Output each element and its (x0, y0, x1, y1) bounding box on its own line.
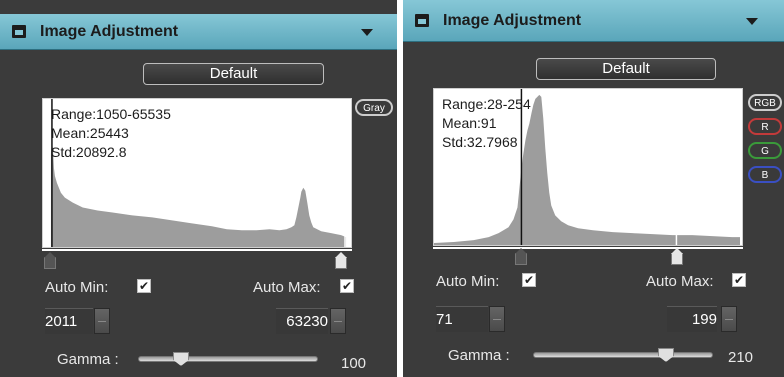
gray-channel-button[interactable]: Gray (355, 99, 393, 116)
max-value-field[interactable]: 63230 (276, 308, 328, 334)
gamma-label: Gamma : (448, 347, 510, 364)
panel-title: Image Adjustment (443, 12, 582, 29)
auto-min-label: Auto Min: (45, 279, 109, 296)
image-icon (415, 14, 429, 27)
histogram-baseline (433, 247, 743, 249)
auto-min-label: Auto Min: (436, 273, 500, 290)
max-value: 63230 (286, 313, 328, 330)
max-value: 199 (691, 311, 717, 328)
image-adjustment-panel-gray: Image Adjustment Default Range:1050-6553… (0, 0, 397, 377)
min-value-field[interactable]: 2011 (45, 308, 93, 334)
blue-channel-button[interactable]: B (748, 166, 782, 183)
min-value-spinner[interactable] (94, 308, 110, 334)
std-text: Std:20892.8 (51, 144, 127, 160)
red-channel-button[interactable]: R (748, 118, 782, 135)
gamma-label: Gamma : (57, 351, 119, 368)
auto-min-checkbox[interactable]: ✔ (137, 279, 151, 293)
panel-title: Image Adjustment (40, 23, 179, 40)
histogram-stats: Range:28-254 Mean:91 Std:32.7968 (442, 95, 531, 152)
range-text: Range:28-254 (442, 96, 531, 112)
auto-min-checkbox[interactable]: ✔ (522, 273, 536, 287)
max-value-spinner[interactable] (721, 306, 737, 332)
mean-text: Mean:25443 (51, 125, 129, 141)
gamma-value: 100 (341, 355, 367, 372)
gamma-slider-thumb[interactable] (658, 348, 674, 362)
auto-max-label: Auto Max: (646, 273, 714, 290)
auto-max-checkbox[interactable]: ✔ (732, 273, 746, 287)
max-value-field[interactable]: 199 (667, 306, 717, 332)
min-value-spinner[interactable] (489, 306, 505, 332)
auto-max-label: Auto Max: (253, 279, 321, 296)
range-text: Range:1050-65535 (51, 106, 171, 122)
std-text: Std:32.7968 (442, 134, 518, 150)
default-button[interactable]: Default (536, 58, 716, 80)
max-marker-handle[interactable] (671, 248, 683, 265)
max-marker-handle[interactable] (335, 252, 347, 269)
min-marker-handle[interactable] (515, 248, 527, 265)
panel-header[interactable]: Image Adjustment (0, 14, 397, 50)
green-channel-button[interactable]: G (748, 142, 782, 159)
gamma-value: 210 (728, 349, 754, 366)
gamma-slider-track[interactable] (138, 356, 318, 362)
histogram: Range:28-254 Mean:91 Std:32.7968 (433, 88, 743, 246)
image-adjustment-panel-rgb: Image Adjustment Default Range:28-254 Me… (403, 0, 784, 377)
auto-max-checkbox[interactable]: ✔ (340, 279, 354, 293)
histogram: Range:1050-65535 Mean:25443 Std:20892.8 (42, 98, 352, 248)
min-value: 71 (436, 311, 453, 328)
image-icon (12, 25, 26, 38)
min-value: 2011 (45, 313, 78, 330)
collapse-chevron-icon[interactable] (361, 29, 373, 36)
default-button[interactable]: Default (143, 63, 324, 85)
collapse-chevron-icon[interactable] (746, 18, 758, 25)
panel-header[interactable]: Image Adjustment (403, 0, 784, 42)
histogram-baseline (42, 249, 352, 251)
max-value-spinner[interactable] (330, 308, 346, 334)
min-marker-handle[interactable] (44, 252, 56, 269)
gamma-slider-track[interactable] (533, 352, 713, 358)
mean-text: Mean:91 (442, 115, 497, 131)
rgb-channel-button[interactable]: RGB (748, 94, 782, 111)
histogram-stats: Range:1050-65535 Mean:25443 Std:20892.8 (51, 105, 171, 162)
gamma-slider-thumb[interactable] (173, 352, 189, 366)
min-value-field[interactable]: 71 (436, 306, 488, 332)
